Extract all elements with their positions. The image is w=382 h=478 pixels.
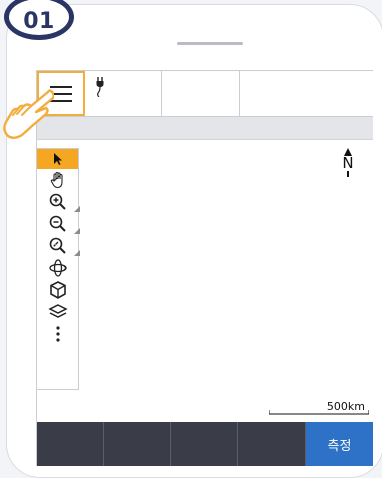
zoom-out-icon bbox=[49, 215, 66, 232]
pan-tool[interactable] bbox=[37, 169, 78, 191]
layers-tool[interactable] bbox=[37, 301, 78, 323]
zoom-out-tool[interactable] bbox=[37, 213, 80, 235]
toolbar-slot-4[interactable] bbox=[240, 71, 373, 116]
top-toolbar bbox=[37, 70, 373, 117]
power-status-button[interactable] bbox=[85, 71, 162, 116]
bottom-button-1[interactable] bbox=[37, 422, 104, 466]
select-arrow-icon bbox=[53, 153, 62, 165]
status-band bbox=[37, 117, 373, 140]
pan-hand-icon bbox=[50, 171, 63, 189]
scale-line bbox=[269, 410, 369, 415]
toolbar-slot-3[interactable] bbox=[162, 71, 240, 116]
3d-view-tool[interactable] bbox=[37, 279, 78, 301]
step-number: 01 bbox=[23, 8, 55, 34]
bottom-button-4[interactable] bbox=[238, 422, 306, 466]
zoom-extents-icon bbox=[49, 237, 66, 254]
phone-speaker bbox=[177, 42, 243, 45]
bottom-bar: 측정 bbox=[37, 422, 373, 466]
zoom-in-icon bbox=[49, 193, 66, 210]
more-tools-button[interactable] bbox=[37, 323, 78, 345]
measure-button[interactable]: 측정 bbox=[306, 422, 373, 466]
tool-palette bbox=[37, 148, 80, 390]
orbit-tool[interactable] bbox=[37, 257, 78, 279]
north-tail-icon bbox=[347, 171, 349, 177]
submenu-indicator bbox=[74, 250, 80, 256]
zoom-extents-tool[interactable] bbox=[37, 235, 80, 257]
layers-icon bbox=[47, 304, 68, 318]
more-vertical-icon bbox=[55, 326, 60, 342]
select-tool[interactable] bbox=[37, 149, 78, 169]
scale-bar: 500km bbox=[269, 400, 369, 416]
submenu-indicator bbox=[74, 228, 80, 234]
north-label: N bbox=[342, 154, 354, 172]
power-plug-icon bbox=[96, 77, 104, 97]
submenu-indicator bbox=[74, 206, 80, 212]
tap-hand-icon bbox=[3, 89, 54, 139]
3d-cube-icon bbox=[49, 281, 66, 299]
north-indicator: N bbox=[340, 148, 356, 184]
bottom-button-3[interactable] bbox=[171, 422, 238, 466]
zoom-in-tool[interactable] bbox=[37, 191, 80, 213]
orbit-icon bbox=[48, 259, 67, 277]
bottom-button-2[interactable] bbox=[104, 422, 171, 466]
app-screen: N 500km 측정 bbox=[36, 70, 373, 466]
